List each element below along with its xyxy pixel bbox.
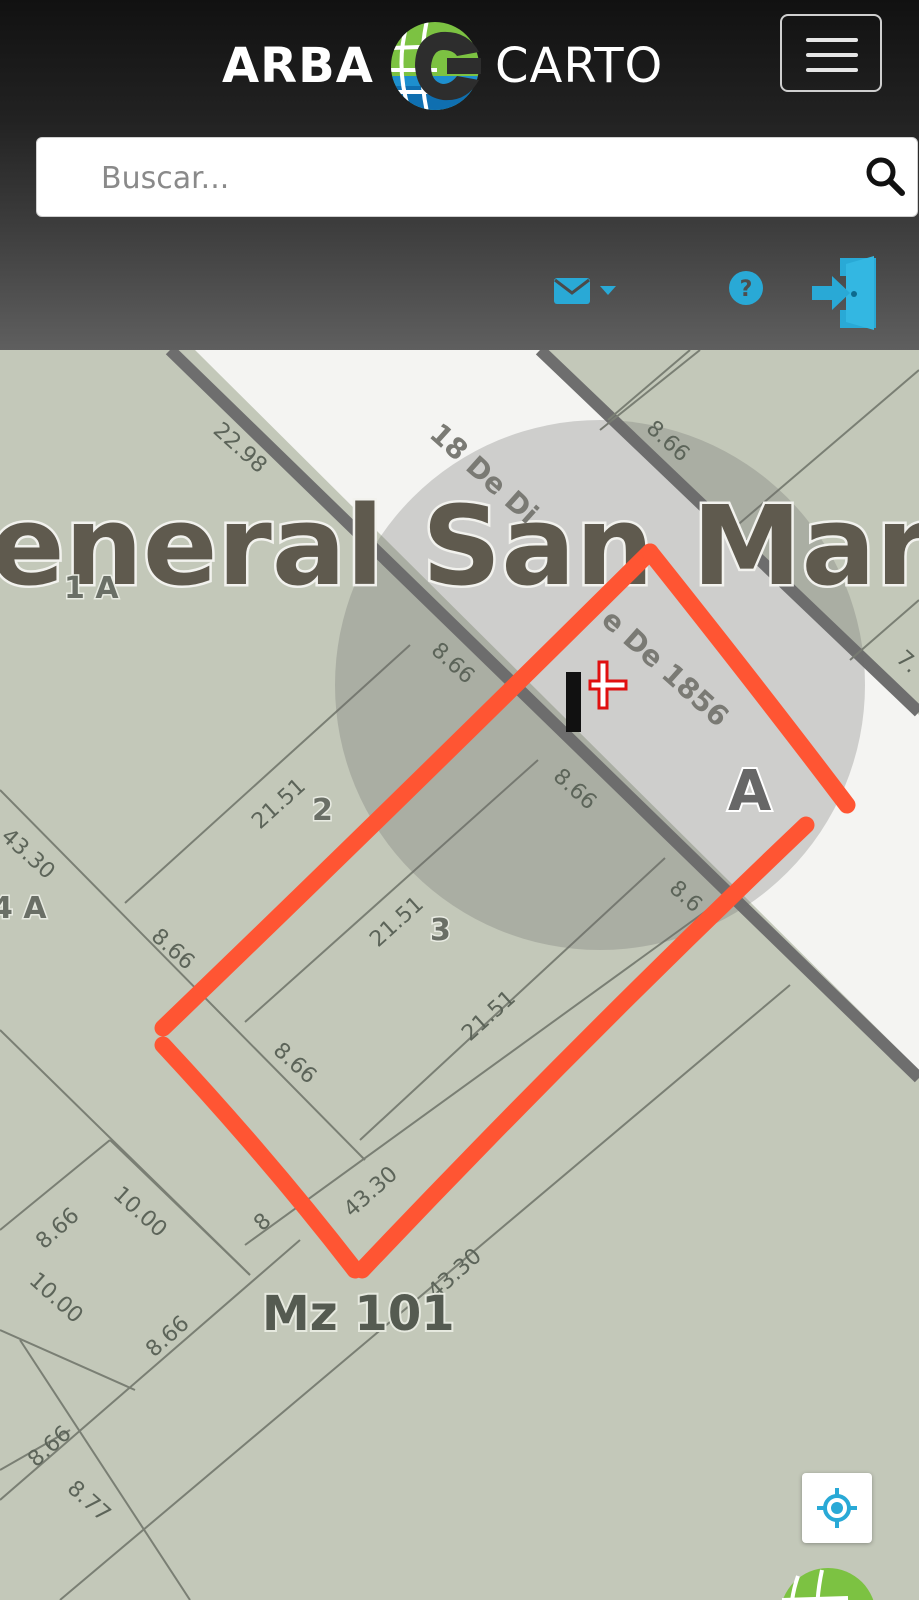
globe-logo-icon[interactable]: [778, 1566, 878, 1600]
lot-number-partial: 4 A: [0, 891, 47, 926]
hamburger-menu-button[interactable]: [780, 14, 882, 92]
lot-number: 2: [312, 793, 333, 828]
cadastral-map[interactable]: eneral San Mart 18 De Di e De 1856 22.98…: [0, 350, 919, 1600]
search-bar: [36, 137, 918, 218]
globe-logo-icon: [391, 22, 481, 110]
block-label: Mz 101: [262, 1286, 455, 1342]
door-enter-icon[interactable]: [810, 254, 886, 332]
zone-label: A: [728, 759, 772, 824]
lot-number: 3: [430, 913, 451, 948]
envelope-icon: [554, 278, 590, 304]
top-bar: ARBA CARTO Buscar... ?: [0, 0, 919, 350]
chevron-down-icon: [600, 286, 616, 295]
crosshair-icon: [817, 1488, 857, 1528]
question-circle-icon[interactable]: ?: [728, 270, 764, 306]
hamburger-bar: [806, 53, 858, 57]
map-canvas: eneral San Mart 18 De Di e De 1856 22.98…: [0, 350, 919, 1600]
search-input[interactable]: [99, 138, 863, 218]
lot-number-partial: 1 A: [64, 571, 119, 606]
logo-text-arba: ARBA: [222, 38, 374, 94]
arba-carto-logo[interactable]: ARBA CARTO: [222, 18, 662, 114]
street-name-general-san-martin: eneral San Mart: [0, 482, 919, 610]
svg-text:?: ?: [740, 277, 753, 302]
hamburger-bar: [806, 68, 858, 72]
logo-text-carto: CARTO: [495, 38, 664, 94]
hamburger-bar: [806, 38, 858, 42]
locate-me-button[interactable]: [802, 1473, 872, 1543]
mail-dropdown-button[interactable]: [550, 272, 622, 312]
search-icon[interactable]: [865, 156, 905, 196]
arba-carto-app: ARBA CARTO Buscar... ? eneral San Mart 1…: [0, 0, 919, 1600]
